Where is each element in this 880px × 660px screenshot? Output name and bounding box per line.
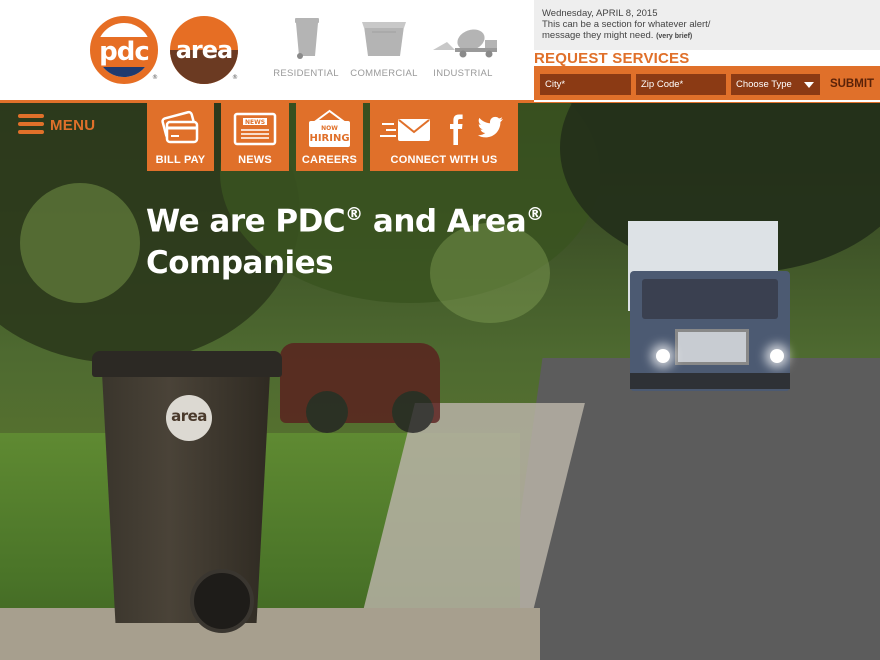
area-reg-mark: ® xyxy=(232,74,238,81)
alert-message: This can be a section for whatever alert… xyxy=(542,19,722,42)
hiring-text: HIRING xyxy=(309,133,349,144)
truck-headlight xyxy=(656,349,670,363)
now-hiring-sign-icon: NOW HIRING xyxy=(296,109,363,149)
truck-window xyxy=(642,279,778,319)
careers-tile[interactable]: NOW HIRING CAREERS xyxy=(296,103,363,171)
hamburger-icon-line xyxy=(18,122,44,126)
headline-part3: Companies xyxy=(146,245,334,282)
service-type-value: Choose Type xyxy=(736,79,792,90)
truck-grill xyxy=(675,329,749,365)
concrete-truck-icon xyxy=(425,14,501,60)
connect-label: CONNECT WITH US xyxy=(390,154,498,166)
service-type-select[interactable]: Choose Type xyxy=(731,74,820,95)
hamburger-icon xyxy=(18,114,44,118)
truck-headlight xyxy=(770,349,784,363)
pdc-logo[interactable]: pdc xyxy=(90,16,158,84)
service-residential-label: RESIDENTIAL xyxy=(273,68,339,79)
headline-part2: and Area xyxy=(362,203,527,240)
reg-mark: ® xyxy=(345,204,363,225)
car-wheel xyxy=(306,391,348,433)
alert-brief: (very brief) xyxy=(656,33,693,40)
bill-pay-label: BILL PAY xyxy=(155,154,206,166)
news-tile[interactable]: NEWS NEWS xyxy=(221,103,289,171)
credit-card-icon xyxy=(147,109,214,149)
facebook-icon xyxy=(450,114,463,145)
city-field[interactable]: City* xyxy=(540,74,631,95)
parked-car xyxy=(280,343,440,433)
bin-area-logo: area xyxy=(166,395,212,441)
menu-label: MENU xyxy=(50,117,96,134)
zip-code-field[interactable]: Zip Code* xyxy=(636,74,726,95)
headline-part1: We are PDC xyxy=(146,203,346,240)
chevron-down-icon xyxy=(804,82,814,88)
request-services-band: City* Zip Code* Choose Type SUBMIT xyxy=(534,66,880,100)
request-services-form: REQUEST SERVICES City* Zip Code* Choose … xyxy=(534,50,880,102)
hero-image: area xyxy=(0,103,880,660)
service-industrial[interactable]: INDUSTRIAL xyxy=(425,14,501,79)
hero-headline: We are PDC® and Area® Companies xyxy=(146,194,606,284)
bill-pay-tile[interactable]: BILL PAY xyxy=(147,103,214,171)
connect-tile[interactable]: CONNECT WITH US xyxy=(370,103,518,171)
truck-bumper xyxy=(630,373,790,389)
alert-panel: Wednesday, APRIL 8, 2015 This can be a s… xyxy=(534,0,880,50)
news-label: NEWS xyxy=(238,154,272,166)
area-logo-text: area xyxy=(175,36,234,64)
service-industrial-label: INDUSTRIAL xyxy=(433,68,493,79)
trash-bin-icon xyxy=(268,14,344,60)
now-text: NOW xyxy=(321,125,338,132)
service-commercial[interactable]: COMMERCIAL xyxy=(346,14,422,79)
alert-date: Wednesday, APRIL 8, 2015 xyxy=(542,8,658,19)
twitter-icon xyxy=(477,116,503,138)
area-trash-bin: area xyxy=(92,351,282,633)
hamburger-icon-line xyxy=(18,130,44,134)
service-commercial-label: COMMERCIAL xyxy=(350,68,418,79)
service-residential[interactable]: RESIDENTIAL xyxy=(268,14,344,79)
reg-mark: ® xyxy=(526,204,544,225)
pdc-reg-mark: ® xyxy=(152,74,158,81)
newspaper-icon: NEWS xyxy=(221,109,289,149)
social-icons xyxy=(370,109,518,149)
garbage-truck xyxy=(620,221,800,431)
bin-wheel xyxy=(190,569,254,633)
dumpster-icon xyxy=(346,14,422,60)
foliage-highlight xyxy=(20,183,140,303)
pdc-logo-text: pdc xyxy=(93,37,155,67)
car-wheel xyxy=(392,391,434,433)
submit-button[interactable]: SUBMIT xyxy=(824,78,880,90)
bin-lid xyxy=(92,351,282,377)
request-services-title: REQUEST SERVICES xyxy=(534,50,690,67)
area-logo[interactable]: area xyxy=(170,16,238,84)
careers-label: CAREERS xyxy=(301,154,358,166)
news-sign-text: NEWS xyxy=(245,119,265,126)
